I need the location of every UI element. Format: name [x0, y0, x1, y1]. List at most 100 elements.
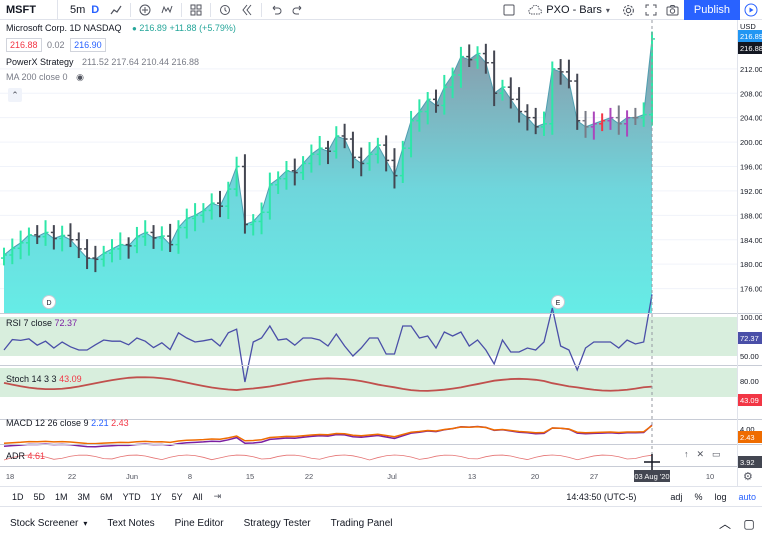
fullscreen-icon[interactable]: [640, 0, 662, 20]
main-legend: Microsoft Corp. 1D NASDAQ ● 216.89 +11.8…: [6, 23, 236, 33]
chart-style-icon[interactable]: [105, 0, 127, 20]
settings-gear-icon[interactable]: [618, 0, 640, 20]
auto-toggle[interactable]: auto: [732, 492, 762, 502]
ma-legend[interactable]: MA 200 close 0 ◉: [6, 72, 84, 83]
price-tick: 192.00: [740, 187, 762, 196]
tab-strategy-tester[interactable]: Strategy Tester: [234, 507, 321, 539]
add-indicator-icon[interactable]: [134, 0, 156, 20]
alert-icon[interactable]: [214, 0, 236, 20]
toolbar-divider: [261, 2, 263, 17]
redo-icon[interactable]: [287, 0, 309, 20]
log-toggle[interactable]: log: [708, 492, 732, 502]
rsi-band: [0, 317, 737, 356]
interval-unit: D: [91, 3, 100, 16]
stoch-legend[interactable]: Stoch 14 3 3 43.09: [6, 374, 82, 384]
clock[interactable]: 14:43:50 (UTC-5): [560, 492, 664, 502]
replay-icon[interactable]: [236, 0, 258, 20]
adr-value: 4.61: [27, 451, 46, 461]
rsi-legend[interactable]: RSI 7 close 72.37: [6, 318, 77, 328]
macd-label: MACD 12 26 close 9: [6, 418, 89, 428]
range-all[interactable]: All: [188, 492, 208, 502]
crosshair-date-label: 03 Aug '20: [634, 472, 669, 481]
tab-stock-screener[interactable]: Stock Screener ▾: [0, 507, 97, 539]
goto-date-icon[interactable]: ⇥: [208, 491, 228, 502]
adr-axis-value: 3.92: [740, 458, 755, 467]
time-tick: 27: [590, 472, 598, 481]
collapse-legend-button[interactable]: ⌃: [8, 88, 22, 102]
range-right-controls: 14:43:50 (UTC-5) adj % log auto: [560, 487, 762, 507]
symbol-search[interactable]: MSFT: [0, 0, 58, 20]
macd-signal-line: [3, 424, 653, 445]
price-tick: 200.00: [740, 138, 762, 147]
price-area-fill: [4, 38, 652, 314]
close-price-label: 216.88: [740, 44, 762, 53]
time-axis: 18 22 Jun 8 15 22 Jul 13 20 27 10 03 Aug '20: [6, 454, 714, 482]
time-tick: 18: [6, 472, 14, 481]
chart-area[interactable]: D E USD 212.00 208.00 204.00 200.00 196.00 192.…: [0, 20, 762, 486]
ma-label: MA 200 close 0: [6, 72, 68, 82]
tab-text-notes[interactable]: Text Notes: [97, 507, 164, 539]
adj-toggle[interactable]: adj: [664, 492, 688, 502]
range-3m[interactable]: 3M: [73, 492, 96, 502]
stoch-axis-value: 43.09: [740, 396, 759, 405]
range-ytd[interactable]: YTD: [118, 492, 146, 502]
toolbar-divider: [130, 2, 132, 17]
rsi-label: RSI 7 close: [6, 318, 53, 328]
rsi-tick: 50.00: [740, 352, 759, 361]
range-1m[interactable]: 1M: [50, 492, 73, 502]
play-icon[interactable]: [740, 0, 762, 20]
move-up-icon[interactable]: ↑: [684, 449, 689, 460]
rsi-value: 72.37: [54, 318, 78, 328]
eye-icon[interactable]: ◉: [76, 72, 84, 82]
strategy-legend[interactable]: PowerX Strategy 211.52 217.64 210.44 216…: [6, 57, 199, 67]
tab-pine-editor[interactable]: Pine Editor: [165, 507, 234, 539]
collapse-panel-icon[interactable]: ︿: [714, 507, 736, 539]
pane-controls: ↑ ✕ ▭: [684, 449, 721, 460]
toolbar-divider: [210, 2, 212, 17]
macd-legend[interactable]: MACD 12 26 close 9 2.21 2.43: [6, 418, 129, 428]
layout-icon[interactable]: [498, 0, 520, 20]
adr-legend[interactable]: ADR 4.61: [6, 451, 45, 461]
chart-canvas[interactable]: D E USD 212.00 208.00 204.00 200.00 196.00 192.…: [0, 20, 762, 486]
date-range-bar: 1D 5D 1M 3M 6M YTD 1Y 5Y All ⇥ 14:43:50 …: [0, 486, 762, 506]
stoch-value: 43.09: [59, 374, 82, 384]
price-tick: 180.00: [740, 260, 762, 269]
undo-icon[interactable]: [265, 0, 287, 20]
percent-toggle[interactable]: %: [688, 492, 708, 502]
stoch-tick: 80.00: [740, 377, 759, 386]
chevron-down-icon: ▾: [83, 518, 88, 528]
last-price-label: 216.89: [740, 32, 762, 41]
range-5y[interactable]: 5Y: [167, 492, 188, 502]
macd-value-1: 2.21: [91, 418, 109, 428]
price-tick: 204.00: [740, 114, 762, 123]
indicators-icon[interactable]: [156, 0, 178, 20]
range-1d[interactable]: 1D: [0, 492, 29, 502]
toolbar-right: PXO - Bars ▾ Publish: [498, 0, 762, 20]
bid-price[interactable]: 216.88: [6, 38, 42, 52]
templates-icon[interactable]: [185, 0, 207, 20]
time-tick: Jul: [387, 472, 397, 481]
price-axis: USD 212.00 208.00 204.00 200.00 196.00 192.00 1…: [738, 22, 762, 468]
camera-icon[interactable]: [662, 0, 684, 20]
time-tick: 8: [188, 472, 192, 481]
publish-button[interactable]: Publish: [683, 0, 740, 20]
range-5d[interactable]: 5D: [29, 492, 51, 502]
maximize-panel-icon[interactable]: ▢: [738, 507, 760, 539]
close-pane-icon[interactable]: ✕: [697, 449, 705, 460]
interval-value: 5m: [70, 3, 86, 16]
last-price: 216.89: [139, 23, 167, 33]
range-1y[interactable]: 1Y: [146, 492, 167, 502]
dividend-marker-label: D: [46, 300, 51, 307]
chart-type-selector[interactable]: PXO - Bars ▾: [520, 4, 618, 16]
price-change: +11.88 (+5.79%): [169, 23, 236, 33]
range-6m[interactable]: 6M: [95, 492, 118, 502]
time-tick: 20: [531, 472, 539, 481]
quote-row: 216.88 0.02 216.90: [6, 38, 106, 52]
interval-selector[interactable]: 5m D: [58, 0, 105, 20]
axis-settings-gear-icon[interactable]: ⚙: [743, 470, 753, 483]
maximize-pane-icon[interactable]: ▭: [712, 449, 721, 460]
chevron-down-icon: ▾: [605, 5, 610, 15]
tab-trading-panel[interactable]: Trading Panel: [321, 507, 403, 539]
cloud-icon: [528, 5, 543, 15]
ask-price[interactable]: 216.90: [70, 38, 106, 52]
